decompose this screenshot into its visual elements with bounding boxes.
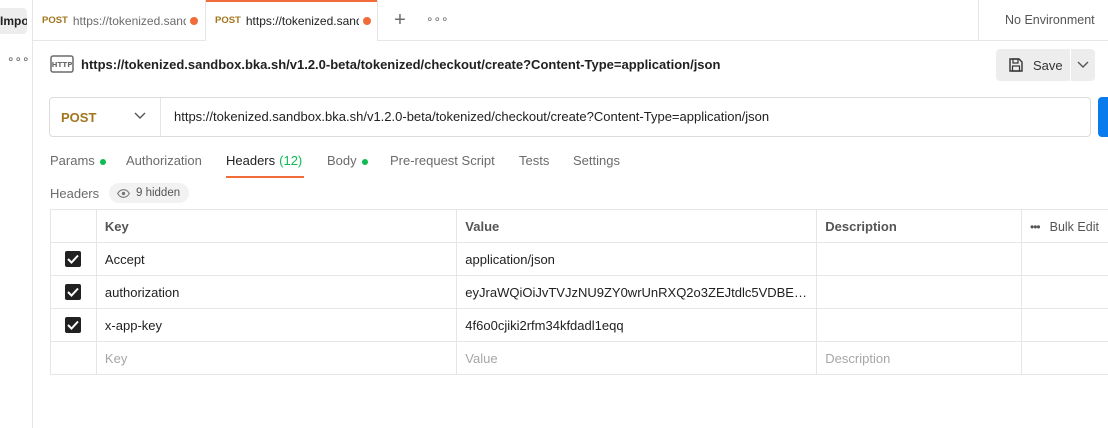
tab-pre-request-script[interactable]: Pre-request Script — [390, 150, 495, 178]
chevron-down-icon — [134, 112, 146, 119]
request-title[interactable]: https://tokenized.sandbox.bka.sh/v1.2.0-… — [81, 57, 720, 72]
row-spacer — [1021, 242, 1108, 276]
header-key[interactable]: x-app-key — [95, 308, 458, 342]
import-label: Import — [0, 14, 27, 28]
key-column-header: Key — [95, 209, 458, 243]
send-button[interactable] — [1098, 97, 1108, 137]
tab-method: POST — [42, 15, 68, 26]
value-placeholder-input[interactable]: Value — [456, 341, 818, 375]
table-row-empty: Key Value Description — [50, 341, 1108, 375]
column-options-icon[interactable]: ••• — [1030, 220, 1041, 234]
row-spacer — [1021, 308, 1108, 342]
tab-options-icon[interactable]: ∘∘∘ — [426, 12, 449, 26]
import-button[interactable]: Import — [0, 8, 27, 34]
table-row: Accept application/json — [50, 242, 1108, 276]
save-icon — [1009, 58, 1023, 72]
tab-label: Params — [50, 153, 95, 168]
header-value: eyJraWQiOiJvTVJzNU9ZY0wrUnRXQ2o3ZEJtdlc5… — [465, 284, 811, 300]
request-tab-1[interactable]: POST https://tokenized.sandbox.bka.sh/v1… — [33, 0, 206, 41]
tab-label: Body — [327, 153, 357, 168]
tab-tests[interactable]: Tests — [519, 150, 549, 178]
tab-params[interactable]: Params — [50, 150, 106, 178]
row-checkbox-cell — [50, 308, 97, 342]
headers-table: Key Value Description ••• Bulk Edit Accep… — [50, 209, 1108, 375]
method-select[interactable]: POST — [50, 98, 161, 136]
tab-label: Pre-request Script — [390, 153, 495, 168]
checkbox-checked[interactable] — [65, 317, 82, 334]
tab-settings[interactable]: Settings — [573, 150, 620, 178]
header-value[interactable]: application/json — [456, 242, 818, 276]
tab-label: Settings — [573, 153, 620, 168]
row-spacer — [1021, 275, 1108, 309]
bulk-edit-cell: ••• Bulk Edit — [1021, 209, 1108, 243]
svg-text:HTTP: HTTP — [52, 61, 73, 69]
tab-headers[interactable]: Headers (12) — [226, 150, 304, 178]
save-label: Save — [1033, 57, 1063, 73]
value-column-header: Value — [456, 209, 818, 243]
environment-selector[interactable]: No Environment — [978, 0, 1108, 41]
eye-icon — [117, 188, 130, 198]
description-column-header: Description — [816, 209, 1022, 243]
header-value[interactable]: 4f6o0cjiki2rfm34kfdadl1eqq — [456, 308, 818, 342]
tab-bar: POST https://tokenized.sandbox.bka.sh/v1… — [33, 0, 1108, 41]
row-checkbox-cell — [50, 275, 97, 309]
row-checkbox-cell — [50, 242, 97, 276]
hidden-headers-toggle[interactable]: 9 hidden — [109, 183, 190, 203]
table-row: x-app-key 4f6o0cjiki2rfm34kfdadl1eqq — [50, 308, 1108, 342]
method-value: POST — [61, 109, 97, 125]
checkbox-checked[interactable] — [65, 251, 82, 268]
table-row: authorization eyJraWQiOiJvTVJzNU9ZY0wrUn… — [50, 275, 1108, 309]
sidebar-more-icon[interactable]: ∘∘∘ — [7, 52, 30, 66]
http-request-icon: HTTP — [50, 52, 74, 76]
bulk-edit-link[interactable]: Bulk Edit — [1050, 220, 1099, 234]
header-value-cell[interactable]: eyJraWQiOiJvTVJzNU9ZY0wrUnRXQ2o3ZEJtdlc5… — [456, 275, 818, 309]
status-dot-icon — [99, 159, 106, 165]
tab-authorization[interactable]: Authorization — [126, 150, 202, 178]
left-rail: Import ∘∘∘ — [0, 0, 33, 428]
save-button[interactable]: Save — [996, 49, 1070, 81]
unsaved-dot-icon — [362, 16, 371, 25]
unsaved-dot-icon — [189, 16, 198, 25]
status-dot-icon — [361, 159, 368, 165]
tab-url: https://tokenized.sandbox.bka.sh/v1.2.0-… — [245, 13, 359, 28]
hidden-count-label: 9 hidden — [136, 187, 181, 199]
url-bar: POST https://tokenized.sandbox.bka.sh/v1… — [49, 97, 1091, 137]
tab-body[interactable]: Body — [327, 150, 368, 178]
tab-url: https://tokenized.sandbox.bka.sh/v1.2.0-… — [72, 13, 186, 28]
checkbox-column-header — [50, 209, 97, 243]
row-spacer — [1021, 341, 1108, 375]
tab-label: Tests — [519, 153, 550, 168]
save-options-chevron-down-icon[interactable] — [1071, 49, 1095, 81]
environment-label: No Environment — [1005, 13, 1095, 27]
row-checkbox-cell — [50, 341, 97, 375]
tab-method: POST — [215, 15, 241, 26]
add-tab-icon[interactable]: + — [388, 8, 412, 32]
table-header-row: Key Value Description ••• Bulk Edit — [50, 209, 1108, 243]
tab-label: Headers — [226, 153, 276, 168]
header-description[interactable] — [816, 275, 1022, 309]
description-placeholder-input[interactable]: Description — [816, 341, 1022, 375]
checkbox-checked[interactable] — [65, 284, 82, 301]
tab-label: Authorization — [126, 153, 202, 168]
header-description[interactable] — [816, 308, 1022, 342]
header-key[interactable]: Accept — [95, 242, 458, 276]
header-key[interactable]: authorization — [95, 275, 458, 309]
headers-count: (12) — [279, 153, 303, 168]
url-input[interactable]: https://tokenized.sandbox.bka.sh/v1.2.0-… — [174, 98, 769, 136]
header-description[interactable] — [816, 242, 1022, 276]
headers-section-label: Headers — [50, 186, 100, 201]
key-placeholder-input[interactable]: Key — [95, 341, 458, 375]
request-tab-2-active[interactable]: POST https://tokenized.sandbox.bka.sh/v1… — [206, 0, 378, 41]
